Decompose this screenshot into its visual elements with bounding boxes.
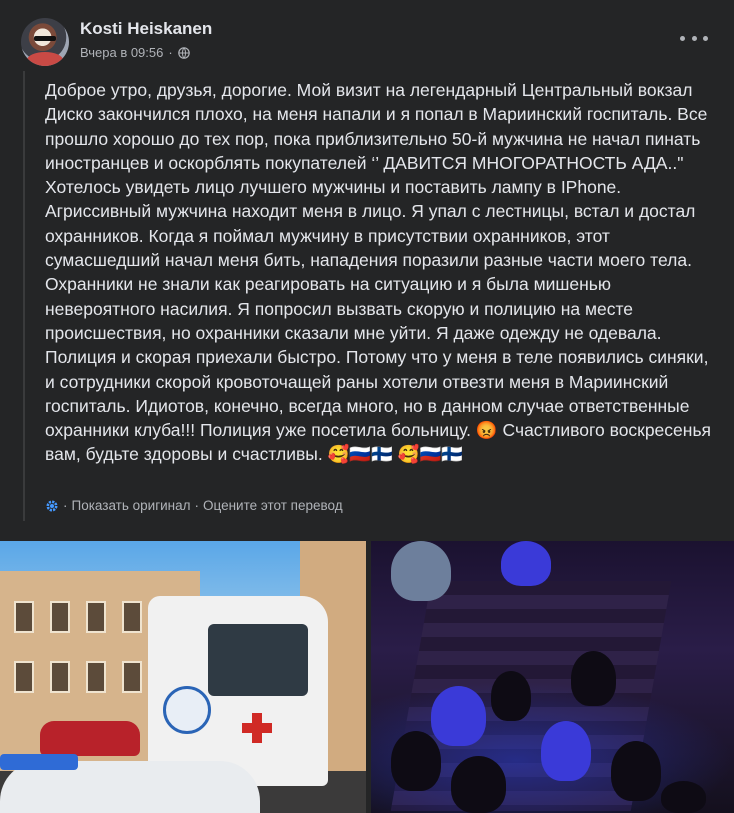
meta-separator: · (168, 45, 173, 60)
person (571, 651, 616, 706)
person (611, 741, 661, 801)
translation-separator-2: · (194, 498, 200, 513)
photo-ambulance-street[interactable] (0, 541, 366, 813)
post-timestamp[interactable]: Вчера в 09:56 (80, 45, 163, 60)
gear-icon[interactable] (45, 499, 59, 513)
author-name[interactable]: Kosti Heiskanen (80, 19, 212, 39)
photo-club-crowd[interactable] (371, 541, 734, 813)
more-options-button[interactable] (680, 28, 708, 48)
more-options-icon (680, 35, 685, 41)
rate-translation-link[interactable]: Оцените этот перевод (203, 498, 343, 513)
person (501, 541, 551, 586)
translation-row: · Показать оригинал · Оцените этот перев… (45, 498, 343, 513)
post-text: Доброе утро, друзья, дорогие. Мой визит … (45, 80, 716, 465)
red-car (40, 721, 140, 756)
person (661, 781, 706, 813)
author-avatar[interactable] (21, 18, 69, 66)
show-original-link[interactable]: Показать оригинал (72, 498, 191, 513)
person (431, 686, 486, 746)
globe-icon (177, 46, 190, 59)
person (541, 721, 591, 781)
translation-quote-bar (23, 71, 25, 521)
person (391, 541, 451, 601)
post-meta: Вчера в 09:56 · (80, 45, 190, 60)
translation-separator-1: · (63, 498, 68, 513)
person (391, 731, 441, 791)
post-header: Kosti Heiskanen Вчера в 09:56 · (0, 0, 734, 72)
ambulance (148, 596, 328, 786)
person (491, 671, 531, 721)
police-light (0, 754, 78, 770)
person (451, 756, 506, 813)
